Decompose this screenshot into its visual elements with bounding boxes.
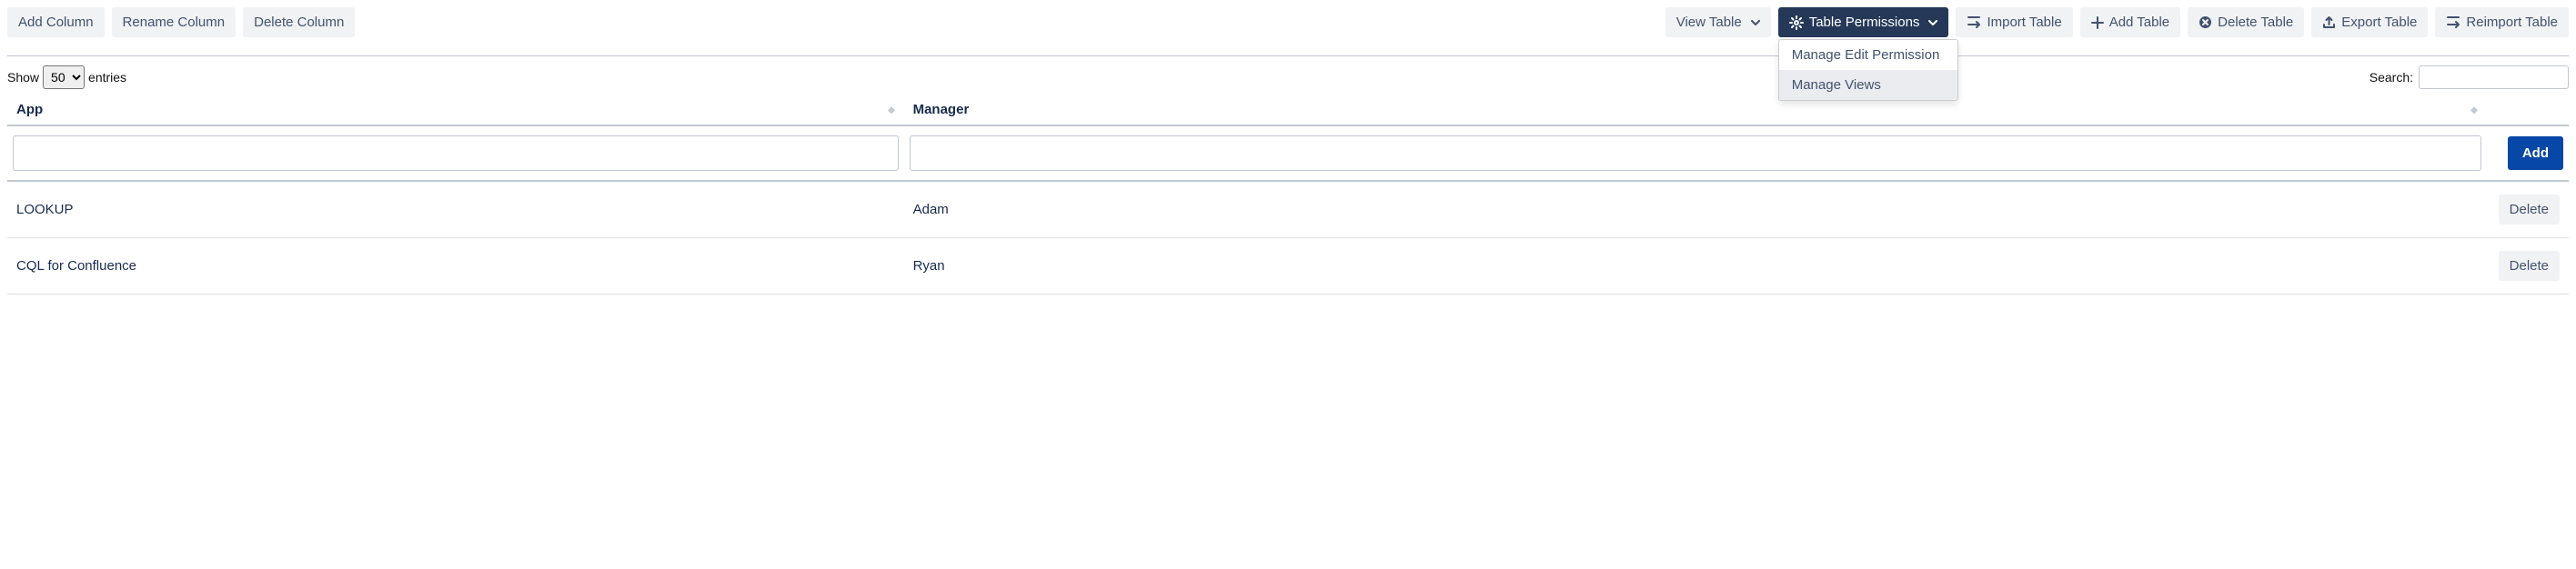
manage-edit-permission-item[interactable]: Manage Edit Permission bbox=[1779, 40, 1957, 70]
view-table-label: View Table bbox=[1676, 15, 1742, 30]
delete-table-button[interactable]: Delete Table bbox=[2188, 7, 2304, 37]
manage-views-item[interactable]: Manage Views bbox=[1779, 70, 1957, 100]
table-permissions-dropdown: Table Permissions Manage Edit Permission… bbox=[1778, 7, 1949, 37]
entries-label: entries bbox=[88, 70, 126, 85]
import-table-button[interactable]: Import Table bbox=[1956, 7, 2072, 37]
export-table-label: Export Table bbox=[2341, 15, 2417, 30]
x-circle-icon bbox=[2199, 15, 2212, 29]
chevron-down-icon bbox=[1928, 20, 1937, 25]
search-label: Search: bbox=[2370, 70, 2413, 85]
add-table-label: Add Table bbox=[2109, 15, 2169, 30]
reimport-table-label: Reimport Table bbox=[2466, 15, 2558, 30]
page-size-select[interactable]: 50 bbox=[43, 65, 85, 89]
filter-row: Add bbox=[7, 125, 2569, 181]
view-table-button[interactable]: View Table bbox=[1665, 7, 1771, 37]
reimport-icon bbox=[2446, 15, 2460, 30]
cell-manager: Adam bbox=[904, 181, 2487, 238]
delete-row-button[interactable]: Delete bbox=[2499, 195, 2560, 225]
data-table: App Manager Add LOOKUP Adam Delete CQL f… bbox=[7, 95, 2569, 294]
rename-column-button[interactable]: Rename Column bbox=[112, 7, 236, 37]
table-row: LOOKUP Adam Delete bbox=[7, 181, 2569, 238]
filter-input-app[interactable] bbox=[13, 135, 899, 171]
search-box: Search: bbox=[2370, 65, 2569, 89]
reimport-table-button[interactable]: Reimport Table bbox=[2435, 7, 2569, 37]
toolbar-right: View Table Table Permissions Manage Edit… bbox=[1665, 7, 2569, 37]
show-label: Show bbox=[7, 70, 39, 85]
gear-icon bbox=[1789, 15, 1804, 30]
toolbar: Add Column Rename Column Delete Column V… bbox=[7, 7, 2569, 37]
plus-icon bbox=[2091, 16, 2104, 29]
import-icon bbox=[1967, 15, 1981, 30]
delete-row-button[interactable]: Delete bbox=[2499, 251, 2560, 281]
add-table-button[interactable]: Add Table bbox=[2080, 7, 2180, 37]
column-header-app[interactable]: App bbox=[7, 95, 904, 125]
divider bbox=[7, 55, 2569, 56]
chevron-down-icon bbox=[1751, 20, 1760, 25]
add-column-button[interactable]: Add Column bbox=[7, 7, 105, 37]
delete-column-button[interactable]: Delete Column bbox=[243, 7, 355, 37]
table-row: CQL for Confluence Ryan Delete bbox=[7, 238, 2569, 294]
export-icon bbox=[2322, 15, 2336, 29]
table-controls: Show 50 entries Search: bbox=[7, 65, 2569, 89]
add-row-button[interactable]: Add bbox=[2508, 136, 2563, 170]
cell-app: CQL for Confluence bbox=[7, 238, 904, 294]
export-table-button[interactable]: Export Table bbox=[2311, 7, 2428, 37]
import-table-label: Import Table bbox=[1987, 15, 2061, 30]
search-input[interactable] bbox=[2419, 65, 2569, 89]
cell-app: LOOKUP bbox=[7, 181, 904, 238]
table-permissions-label: Table Permissions bbox=[1809, 15, 1920, 30]
column-header-manager[interactable]: Manager bbox=[904, 95, 2487, 125]
table-permissions-menu: Manage Edit Permission Manage Views bbox=[1778, 39, 1958, 101]
show-entries: Show 50 entries bbox=[7, 65, 126, 89]
toolbar-left: Add Column Rename Column Delete Column bbox=[7, 7, 355, 37]
cell-manager: Ryan bbox=[904, 238, 2487, 294]
column-header-action bbox=[2487, 95, 2569, 125]
table-permissions-button[interactable]: Table Permissions bbox=[1778, 7, 1949, 37]
delete-table-label: Delete Table bbox=[2218, 15, 2293, 30]
filter-input-manager[interactable] bbox=[910, 135, 2481, 171]
